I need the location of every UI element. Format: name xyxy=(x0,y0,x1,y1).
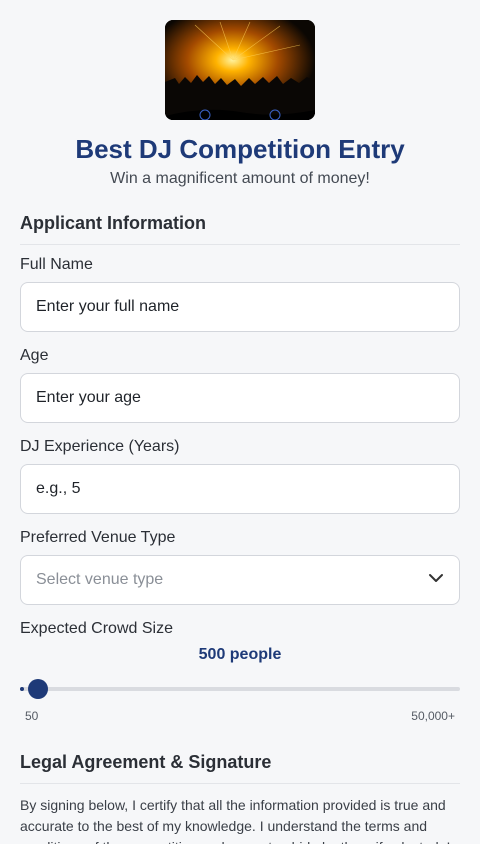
experience-input[interactable] xyxy=(20,464,460,514)
venue-label: Preferred Venue Type xyxy=(20,529,176,546)
crowd-max-label: 50,000+ xyxy=(411,709,455,723)
legal-agreement-text: By signing below, I certify that all the… xyxy=(20,797,450,844)
crowd-min-label: 50 xyxy=(25,709,39,723)
entry-form-page: Best DJ Competition Entry Win a magnific… xyxy=(0,0,480,844)
page-subtitle: Win a magnificent amount of money! xyxy=(110,170,370,187)
experience-label: DJ Experience (Years) xyxy=(20,438,180,455)
page-title: Best DJ Competition Entry xyxy=(75,134,405,164)
crowd-size-slider[interactable] xyxy=(20,679,460,699)
full-name-input[interactable] xyxy=(20,282,460,332)
applicant-section-title: Applicant Information xyxy=(20,213,460,245)
full-name-label: Full Name xyxy=(20,256,93,273)
age-label: Age xyxy=(20,347,49,364)
slider-fill xyxy=(20,687,25,691)
age-input[interactable] xyxy=(20,373,460,423)
chevron-down-icon xyxy=(428,570,444,591)
venue-select[interactable]: Select venue type xyxy=(20,555,460,605)
slider-thumb[interactable] xyxy=(28,679,49,699)
crowd-size-label: Expected Crowd Size xyxy=(20,620,173,637)
legal-section-title: Legal Agreement & Signature xyxy=(20,752,460,784)
venue-select-placeholder: Select venue type xyxy=(36,571,164,588)
concert-hero-image xyxy=(165,20,315,120)
crowd-size-value: 500 people xyxy=(198,646,282,663)
